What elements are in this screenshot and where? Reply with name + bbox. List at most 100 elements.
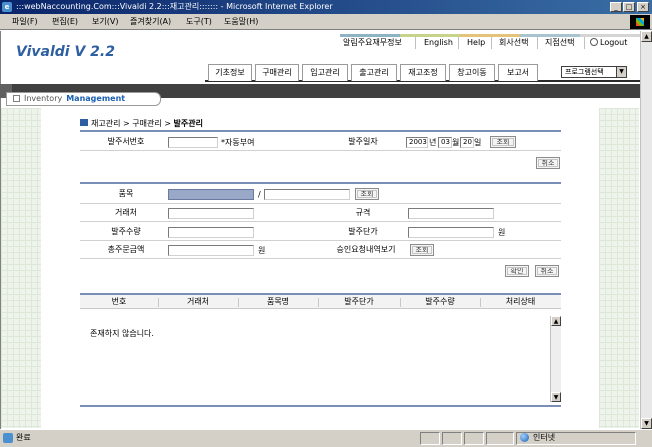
- scroll-down-icon[interactable]: ▼: [551, 392, 561, 402]
- windows-logo-icon: [630, 15, 650, 29]
- top-link-help[interactable]: Help: [467, 38, 485, 48]
- window-title: :::webNaccounting.Com:::Vivaldi 2.2:::재고…: [16, 2, 333, 11]
- divider: [458, 37, 459, 49]
- status-panel: [442, 432, 462, 445]
- item-label: 품목: [118, 189, 134, 198]
- zone-text: 인터넷: [533, 433, 556, 442]
- tab-stock-adjust[interactable]: 재고조정: [400, 64, 446, 81]
- page-icon: [3, 433, 13, 443]
- menu-view[interactable]: 보기(V): [92, 16, 118, 28]
- top-link-finance-info[interactable]: 알림주요재무정보: [343, 38, 402, 48]
- auto-assign-text: *자동부여: [221, 138, 255, 147]
- top-link-english[interactable]: English: [424, 38, 453, 48]
- status-text: 완료: [16, 433, 31, 442]
- item-code-input[interactable]: [168, 189, 254, 200]
- section-label: Inventory: [24, 94, 63, 103]
- divider: [80, 150, 561, 151]
- menu-file[interactable]: 파일(F): [12, 16, 38, 28]
- order-no-label: 발주서번호: [107, 137, 145, 146]
- column-header: 발주수량: [425, 297, 455, 306]
- quantity-input[interactable]: [168, 227, 254, 238]
- confirm-button[interactable]: 확인: [505, 265, 529, 277]
- globe-icon: [520, 433, 529, 442]
- unit-price-input[interactable]: [408, 227, 494, 238]
- minimize-button[interactable]: _: [610, 2, 622, 12]
- tab-reports[interactable]: 보고서: [498, 64, 538, 81]
- menu-tools[interactable]: 도구(T): [186, 16, 212, 28]
- divider: [415, 37, 416, 49]
- column-header: 발주단가: [344, 297, 374, 306]
- empty-message: 존재하지 않습니다.: [90, 329, 154, 338]
- item-name-input[interactable]: [264, 189, 350, 200]
- search-button[interactable]: 조회: [490, 136, 516, 148]
- program-select-dropdown[interactable]: 프로그램선택 ▼: [561, 66, 627, 78]
- order-date-label: 발주일자: [348, 137, 378, 146]
- section-tab: Inventory Management: [6, 92, 161, 106]
- divider: [80, 240, 561, 241]
- table-scrollbar[interactable]: ▲ ▼: [550, 316, 561, 402]
- month-input[interactable]: 03: [438, 137, 452, 148]
- unit-price-unit: 원: [498, 228, 506, 237]
- day-input[interactable]: 20: [460, 137, 474, 148]
- menu-bar: 파일(F) 편집(E) 보기(V) 즐겨찾기(A) 도구(T) 도움말(H): [0, 14, 652, 30]
- divider: [80, 182, 561, 184]
- year-suffix: 년: [429, 138, 437, 147]
- divider: [80, 405, 561, 407]
- column-header: 거래처: [186, 297, 210, 306]
- divider: [537, 37, 538, 49]
- header-color-stripe: [340, 34, 640, 37]
- breadcrumb-item[interactable]: 재고관리: [91, 119, 120, 128]
- close-button[interactable]: ×: [637, 2, 649, 12]
- tab-warehouse-transfer[interactable]: 창고이동: [449, 64, 495, 81]
- cancel-button[interactable]: 취소: [535, 265, 559, 277]
- breadcrumb-separator: >: [123, 119, 130, 128]
- cancel-search-button[interactable]: 취소: [536, 157, 560, 169]
- total-label: 총주문금액: [107, 245, 145, 254]
- page-scrollbar[interactable]: ▲ ▼: [640, 31, 652, 429]
- vendor-label: 거래처: [114, 208, 138, 217]
- quantity-label: 발주수량: [111, 227, 141, 236]
- menu-help[interactable]: 도움말(H): [224, 16, 258, 28]
- scroll-up-icon[interactable]: ▲: [551, 316, 561, 326]
- top-link-logout[interactable]: Logout: [590, 38, 627, 48]
- vendor-input[interactable]: [168, 208, 254, 219]
- maximize-button[interactable]: □: [623, 2, 635, 12]
- menu-edit[interactable]: 편집(E): [52, 16, 78, 28]
- unit-price-label: 발주단가: [348, 227, 378, 236]
- tab-receiving[interactable]: 입고관리: [302, 64, 348, 81]
- column-header: 처리상태: [505, 297, 536, 306]
- total-unit: 원: [258, 246, 266, 255]
- status-bar: 완료 인터넷: [0, 429, 652, 447]
- tab-basic-info[interactable]: 기초정보: [208, 64, 252, 81]
- status-panel: [464, 432, 484, 445]
- breadcrumb-separator: >: [164, 119, 171, 128]
- scroll-up-icon[interactable]: ▲: [641, 31, 652, 42]
- breadcrumb-item[interactable]: 구매관리: [132, 119, 161, 128]
- month-suffix: 월: [452, 138, 460, 147]
- ie-icon: e: [2, 2, 12, 12]
- order-no-input[interactable]: [168, 137, 218, 148]
- app-logo[interactable]: Vivaldi V 2.2: [16, 44, 115, 60]
- window-title-bar: e :::webNaccounting.Com:::Vivaldi 2.2:::…: [0, 0, 652, 14]
- item-search-button[interactable]: 조회: [355, 188, 379, 200]
- table-header: 번호 거래처 품목명 발주단가 발주수량 처리상태: [80, 293, 561, 309]
- divider: [80, 221, 561, 222]
- menu-favorites[interactable]: 즐겨찾기(A): [130, 16, 171, 28]
- approval-search-button[interactable]: 조회: [410, 244, 434, 256]
- tab-shipping[interactable]: 출고관리: [351, 64, 397, 81]
- divider: [80, 130, 561, 132]
- day-suffix: 일: [474, 138, 482, 147]
- checkbox-icon: [13, 95, 20, 102]
- divider: [80, 258, 561, 259]
- tab-purchase[interactable]: 구매관리: [255, 64, 299, 81]
- scroll-down-icon[interactable]: ▼: [641, 418, 652, 429]
- folder-icon: [80, 119, 88, 126]
- approval-history-label: 승인요청내역보기: [336, 245, 396, 254]
- total-input[interactable]: [168, 245, 254, 256]
- status-panel: [486, 432, 514, 445]
- item-slash: /: [258, 190, 261, 199]
- spec-input[interactable]: [408, 208, 494, 219]
- top-link-branch-select[interactable]: 지점선택: [545, 38, 574, 48]
- year-input[interactable]: 2003: [406, 137, 428, 148]
- top-link-company-select[interactable]: 회사선택: [499, 38, 528, 48]
